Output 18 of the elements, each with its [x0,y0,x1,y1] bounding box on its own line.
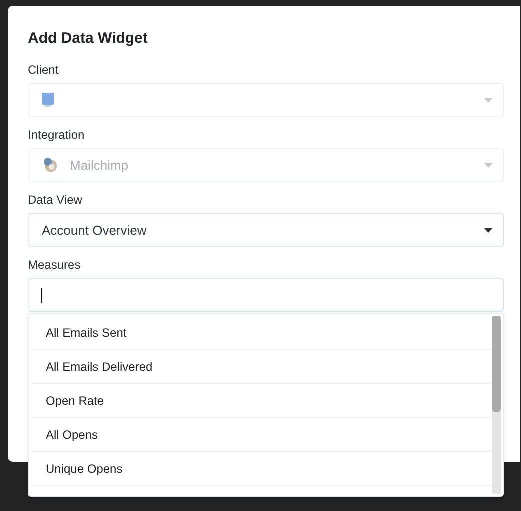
menu-item[interactable]: All Opens [32,418,492,452]
select-field[interactable]: Account Overview [28,213,504,247]
menu-item[interactable]: All Emails Delivered [32,350,492,384]
caret-icon [484,228,493,232]
menu-item[interactable]: Open Rate [32,384,492,418]
client-logo-icon [42,93,54,107]
field-label: Client [28,63,60,77]
search-field[interactable] [28,278,504,312]
text-cursor [41,288,42,303]
caret-icon [484,98,493,102]
field-label: Integration [28,128,86,142]
dialog-title: Add Data Widget [28,30,149,47]
scrollbar[interactable] [492,316,501,494]
menu-item[interactable]: All Emails Sent [32,316,492,350]
field-label: Data View [28,193,84,207]
caret-icon [484,162,493,168]
field-label: Measures [28,258,82,272]
menu-item[interactable]: Unique Opens [32,452,492,486]
